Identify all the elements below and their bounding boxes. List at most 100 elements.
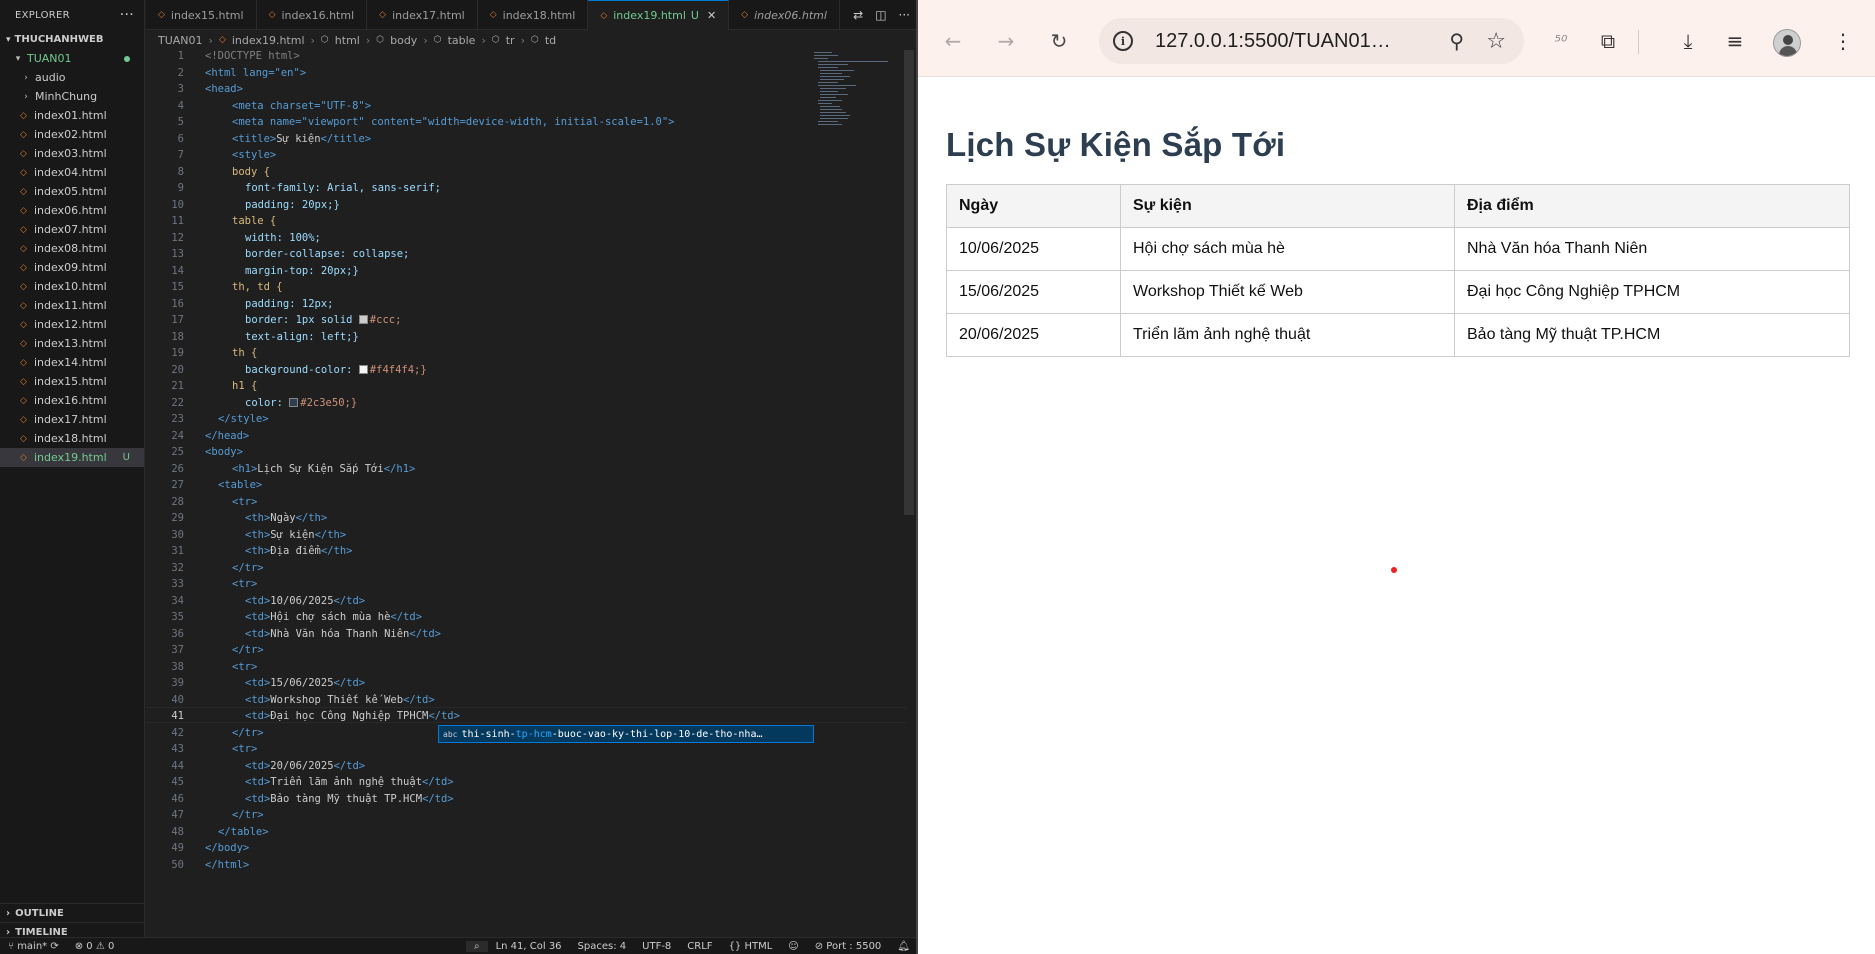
back-arrow-icon[interactable]: ← <box>938 26 968 56</box>
line-number: 22 <box>171 396 184 409</box>
tree-item-file[interactable]: ◇ index11.html <box>0 296 144 315</box>
menu-kebab-icon[interactable]: ⋮ <box>1828 26 1858 56</box>
indentation[interactable]: Spaces: 4 <box>570 941 635 952</box>
puzzle-extensions-icon[interactable]: ⧉ <box>1593 26 1623 56</box>
line-number: 21 <box>171 380 184 392</box>
tree-item-file[interactable]: ◇ index03.html <box>0 144 144 163</box>
explorer-title: EXPLORER <box>15 9 70 21</box>
language-mode[interactable]: {} HTML <box>721 941 781 952</box>
address-bar[interactable]: i 127.0.0.1:5500/TUAN01… ⚲ ☆ <box>1099 18 1524 64</box>
breadcrumb-item[interactable]: body <box>390 34 417 47</box>
breadcrumb-item[interactable]: tr <box>506 34 515 47</box>
html-file-icon: ◇ <box>20 129 27 140</box>
split-editor-icon[interactable]: ◫ <box>875 8 886 22</box>
autocomplete-suggestion[interactable]: abc thi-sinh-tp-hcm -buoc-vao-ky-thi-lop-… <box>438 725 814 743</box>
editor-tabs: ◇ index15.html ◇ index16.html ◇ index17.htm… <box>146 0 918 30</box>
more-actions-icon[interactable]: ··· <box>120 7 134 23</box>
download-icon[interactable]: ⤓ <box>1673 26 1703 56</box>
breadcrumb-item[interactable]: index19.html <box>232 34 305 47</box>
line-number: 42 <box>171 726 184 739</box>
media-queue-icon[interactable]: ≡ <box>1720 26 1750 56</box>
editor-scrollbar[interactable] <box>904 50 914 515</box>
line-number: 16 <box>171 297 184 310</box>
line-ending[interactable]: CRLF <box>679 941 720 952</box>
tab-label: index06.html <box>754 8 827 22</box>
tree-item-file[interactable]: ◇ index15.html <box>0 372 144 391</box>
code-token: #ccc; <box>369 314 402 326</box>
tab-index17[interactable]: ◇ index17.html <box>367 0 478 30</box>
code-line: </tr> <box>232 644 264 656</box>
zoom-icon[interactable]: ⌕ <box>465 940 488 952</box>
element-icon: ⬡ <box>320 35 329 45</box>
code-token: <td> <box>245 677 271 689</box>
profile-avatar[interactable] <box>1773 29 1801 57</box>
compare-icon[interactable]: ⇄ <box>853 8 863 22</box>
tree-item-file[interactable]: ◇ index02.html <box>0 125 144 144</box>
code-token: </td> <box>422 776 454 788</box>
bookmark-star-icon[interactable]: ☆ <box>1486 29 1506 54</box>
tree-item-file[interactable]: ◇ index06.html <box>0 201 144 220</box>
tree-item-file[interactable]: ◇ index01.html <box>0 106 144 125</box>
code-token: </title> <box>320 132 372 145</box>
site-info-icon[interactable]: i <box>1113 31 1133 51</box>
url-text[interactable]: 127.0.0.1:5500/TUAN01… <box>1155 30 1391 53</box>
cursor-position[interactable]: Ln 41, Col 36 <box>488 941 570 952</box>
copilot-icon[interactable]: ☺ <box>780 941 806 952</box>
tree-item-folder[interactable]: › MinhChung <box>0 87 144 106</box>
color-swatch[interactable] <box>358 364 368 374</box>
tab-index06[interactable]: ◇ index06.html <box>729 0 840 30</box>
tree-item-file[interactable]: ◇ index19.html U <box>0 448 144 467</box>
tree-item-file[interactable]: ◇ index16.html <box>0 391 144 410</box>
tree-item-file[interactable]: ◇ index18.html <box>0 429 144 448</box>
git-branch[interactable]: ⑂ main* ⟳ <box>0 941 67 952</box>
zoom-icon[interactable]: ⚲ <box>1449 29 1464 53</box>
bell-icon[interactable]: 🔔︎ <box>889 941 918 952</box>
code-token: <td> <box>245 776 271 788</box>
extension-icon[interactable]: ⁵⁰ <box>1546 26 1576 56</box>
tree-item-file[interactable]: ◇ index12.html <box>0 315 144 334</box>
table-cell: Bảo tàng Mỹ thuật TP.HCM <box>1454 313 1850 357</box>
workspace-folder[interactable]: ▾ THUCHANHWEB <box>0 30 144 49</box>
color-swatch[interactable] <box>289 397 299 407</box>
code-line: <td>20/06/2025</td> <box>245 760 365 772</box>
tab-index18[interactable]: ◇ index18.html <box>478 0 589 30</box>
live-server-port[interactable]: ⊘ Port : 5500 <box>807 941 890 952</box>
reload-icon[interactable]: ↻ <box>1044 26 1074 56</box>
encoding[interactable]: UTF-8 <box>634 941 679 952</box>
breadcrumb-item[interactable]: TUAN01 <box>158 34 203 47</box>
color-swatch[interactable] <box>358 315 368 324</box>
tree-item-label: index05.html <box>34 185 107 198</box>
tab-index19[interactable]: ◇ index19.html U ✕ <box>588 0 730 30</box>
code-token: </tr> <box>232 809 264 821</box>
tree-item-file[interactable]: ◇ index04.html <box>0 163 144 182</box>
minimap[interactable] <box>814 50 894 150</box>
breadcrumb-item[interactable]: td <box>545 34 556 47</box>
tab-index15[interactable]: ◇ index15.html <box>146 0 257 30</box>
tree-item-file[interactable]: ◇ index09.html <box>0 258 144 277</box>
tree-item-file[interactable]: ◇ index07.html <box>0 220 144 239</box>
tree-item-folder[interactable]: › audio <box>0 68 144 87</box>
minimap-line <box>820 70 854 71</box>
outline-section[interactable]: › OUTLINE <box>0 903 145 922</box>
breadcrumb-item[interactable]: html <box>335 34 360 47</box>
tree-item-file[interactable]: ◇ index17.html <box>0 410 144 429</box>
code-editor[interactable]: 1 2 3 4 5 6 7 8 9 10 11 12 13 14 15 16 17 18 19 20 21 22 23 24 2… <box>146 50 906 928</box>
tree-item-file[interactable]: ◇ index05.html <box>0 182 144 201</box>
tree-item-file[interactable]: ◇ index14.html <box>0 353 144 372</box>
forward-arrow-icon[interactable]: → <box>991 26 1021 56</box>
close-icon[interactable]: ✕ <box>707 9 716 22</box>
minimap-line <box>818 121 838 122</box>
minimap-line <box>820 91 838 92</box>
vscode-window: EXPLORER ··· ▾ THUCHANHWEB ▾ TUAN01 › au… <box>0 0 918 954</box>
breadcrumb-item[interactable]: table <box>448 34 476 47</box>
element-icon: ⬡ <box>530 35 539 45</box>
more-actions-icon[interactable]: ··· <box>899 8 910 22</box>
tab-index16[interactable]: ◇ index16.html <box>257 0 368 30</box>
tree-item-file[interactable]: ◇ index10.html <box>0 277 144 296</box>
tree-item-file[interactable]: ◇ index08.html <box>0 239 144 258</box>
tree-item-tuan01[interactable]: ▾ TUAN01 <box>0 49 144 68</box>
tree-item-file[interactable]: ◇ index13.html <box>0 334 144 353</box>
line-number: 33 <box>171 578 184 590</box>
problems-indicator[interactable]: ⊗ 0 ⚠ 0 <box>67 941 123 952</box>
code-token: </tr> <box>232 644 264 656</box>
